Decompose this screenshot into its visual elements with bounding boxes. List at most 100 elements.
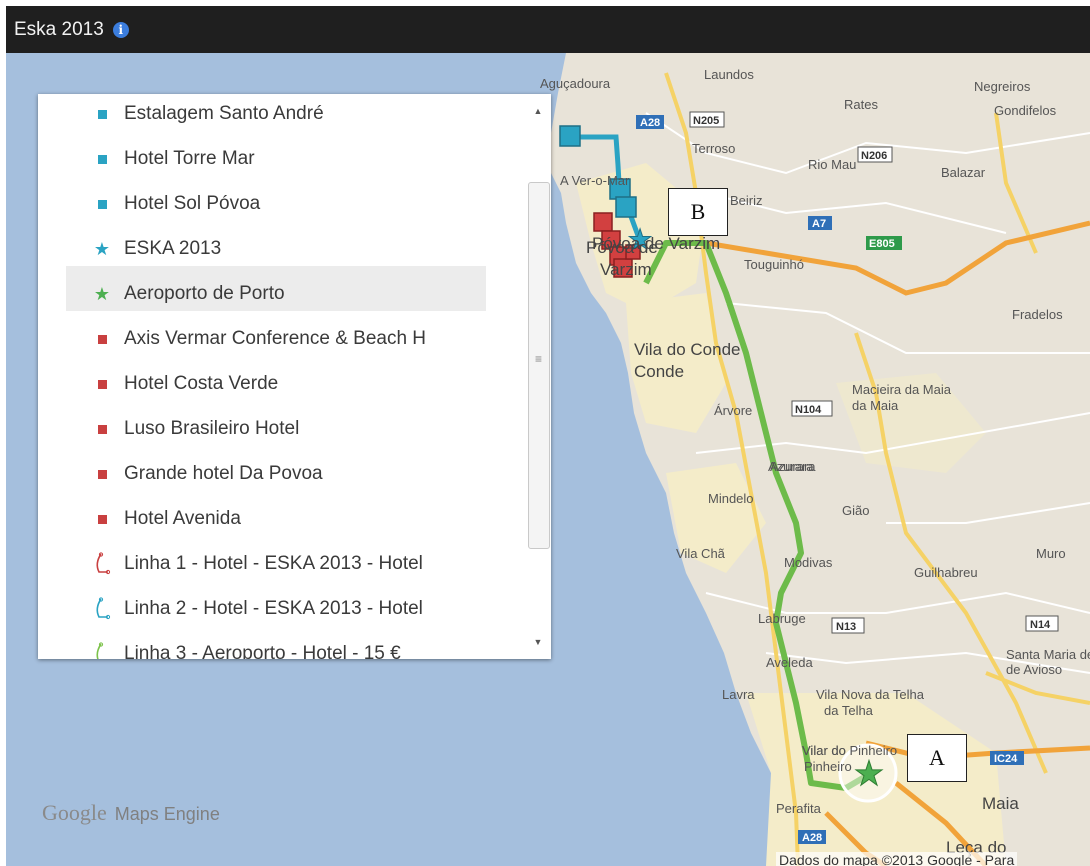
place-label: Muro [1036, 546, 1066, 561]
place-label: Pinheiro [804, 759, 852, 774]
layer-list-item-label: Grande hotel Da Povoa [124, 463, 323, 484]
airport-star-marker[interactable]: ★ [853, 755, 884, 794]
layer-list-item[interactable]: Linha 2 - Hotel - ESKA 2013 - Hotel [66, 592, 486, 626]
layer-list-item-label: Axis Vermar Conference & Beach H [124, 328, 427, 349]
layer-list-panel: Estalagem Santo André Hotel Torre Mar Hote… [38, 94, 551, 659]
place-label: Beiriz [730, 193, 763, 208]
layer-list-item[interactable]: Axis Vermar Conference & Beach H [66, 322, 486, 356]
place-label: Macieira da Maia [852, 382, 952, 397]
place-label: A Ver-o-Mar [560, 173, 630, 188]
list-scrollbar[interactable]: ▲ ≡ ▼ [525, 94, 551, 659]
place-label: Varzim [600, 260, 652, 279]
place-label: Árvore [714, 403, 752, 418]
callout-a: A [907, 734, 967, 782]
scroll-grip-icon: ≡ [535, 352, 543, 366]
place-label: Perafita [776, 801, 822, 816]
star-marker-icon: ★ [93, 239, 111, 259]
place-label: Negreiros [974, 79, 1031, 94]
star-marker-icon: ★ [93, 284, 111, 304]
layer-list-item[interactable]: Estalagem Santo André [66, 97, 486, 131]
place-label: Modivas [784, 555, 833, 570]
square-marker-icon [92, 469, 112, 479]
square-marker-icon [92, 334, 112, 344]
place-label: Vila do Conde [634, 340, 741, 359]
place-label: Terroso [692, 141, 735, 156]
square-marker-icon [92, 199, 112, 209]
route-line-icon [92, 552, 112, 576]
layer-list-item-label: Linha 2 - Hotel - ESKA 2013 - Hotel [124, 598, 423, 619]
square-marker-icon [92, 154, 112, 164]
square-marker-icon [92, 109, 112, 119]
layer-list-item[interactable]: ★ ESKA 2013 [66, 232, 486, 266]
place-label: Laundos [704, 67, 754, 82]
place-label: Aguçadoura [540, 76, 611, 91]
place-label: Touguinhó [744, 257, 804, 272]
square-marker-icon [92, 424, 112, 434]
layer-list-item[interactable]: Hotel Torre Mar [66, 142, 486, 176]
place-label: Vila Chã [676, 546, 726, 561]
place-label: Conde [634, 362, 684, 381]
route-line-icon [92, 597, 112, 621]
place-label: Póvoa de [586, 238, 658, 257]
layer-list-item-label: Hotel Sol Póvoa [124, 193, 261, 214]
layer-list-item-label: Hotel Torre Mar [124, 148, 255, 169]
callout-b: B [668, 188, 728, 236]
place-label: Fradelos [1012, 307, 1063, 322]
svg-text:A28: A28 [640, 117, 660, 129]
layer-list-item[interactable]: ★ Aeroporto de Porto [66, 277, 486, 311]
square-marker-icon [92, 379, 112, 389]
layer-list-item-label: Aeroporto de Porto [124, 283, 285, 304]
place-label: Balazar [941, 165, 986, 180]
place-label: Labruge [758, 611, 806, 626]
map-attribution[interactable]: Dados do mapa ©2013 Google - Para [776, 852, 1018, 866]
layer-list-item[interactable]: Hotel Sol Póvoa [66, 187, 486, 221]
hotel-marker-axis[interactable] [593, 212, 613, 232]
layer-list-item-label: Luso Brasileiro Hotel [124, 418, 300, 439]
place-label: Vilar do [802, 743, 846, 758]
hotel-marker-sol-povoa[interactable] [615, 196, 637, 218]
place-label: Gião [842, 503, 869, 518]
place-label: Guilhabreu [914, 565, 978, 580]
square-marker-icon [92, 514, 112, 524]
layer-list-item-label: Linha 1 - Hotel - ESKA 2013 - Hotel [124, 553, 423, 574]
scroll-down-arrow[interactable]: ▼ [531, 635, 545, 649]
layer-list-item[interactable]: Hotel Costa Verde [66, 367, 486, 401]
place-label: Azurara [768, 459, 814, 474]
place-label: da Telha [824, 703, 874, 718]
place-label: Maia [982, 794, 1019, 813]
svg-text:A28: A28 [802, 832, 822, 844]
layer-list-item-label: Estalagem Santo André [124, 103, 324, 124]
layer-list-item[interactable]: Linha 1 - Hotel - ESKA 2013 - Hotel [66, 547, 486, 581]
place-label: da Maia [852, 398, 899, 413]
layer-list-item[interactable]: Hotel Avenida [66, 502, 486, 536]
layer-list-item-label: ESKA 2013 [124, 238, 222, 259]
hotel-marker-estalagem[interactable] [559, 125, 581, 147]
place-label: Rates [844, 97, 878, 112]
svg-text:A7: A7 [812, 218, 826, 230]
svg-text:E805: E805 [869, 238, 895, 250]
place-label: Mindelo [708, 491, 754, 506]
layer-list-item-label: Linha 3 - Aeroporto - Hotel - 15 € [124, 643, 401, 659]
svg-text:IC24: IC24 [994, 753, 1018, 765]
app-frame: Eska 2013 i ★ ★ Aguçadoura Laundos Rates… [6, 6, 1090, 866]
layer-list-item-label: Hotel Avenida [124, 508, 241, 529]
google-maps-engine-logo: Google Maps Engine [42, 800, 220, 825]
svg-text:N205: N205 [693, 115, 719, 127]
title-bar: Eska 2013 i [6, 6, 1090, 53]
place-label: Santa Maria de Avioso [1006, 647, 1090, 662]
svg-text:N13: N13 [836, 621, 856, 633]
layer-list-item[interactable]: Luso Brasileiro Hotel [66, 412, 486, 446]
layer-list-item[interactable]: Linha 3 - Aeroporto - Hotel - 15 € [66, 637, 486, 659]
place-label: de Avioso [1006, 662, 1062, 677]
svg-text:N14: N14 [1030, 619, 1051, 631]
map-title: Eska 2013 [14, 18, 104, 40]
scrollbar-thumb[interactable]: ≡ [528, 182, 550, 549]
layer-list-item[interactable]: Grande hotel Da Povoa [66, 457, 486, 491]
place-label: Gondifelos [994, 103, 1057, 118]
scroll-up-arrow[interactable]: ▲ [531, 104, 545, 118]
place-label: Rio Mau [808, 157, 856, 172]
svg-text:N104: N104 [795, 404, 822, 416]
layer-list-item-label: Hotel Costa Verde [124, 373, 279, 394]
place-label: Lavra [722, 687, 755, 702]
info-icon[interactable]: i [112, 21, 129, 38]
